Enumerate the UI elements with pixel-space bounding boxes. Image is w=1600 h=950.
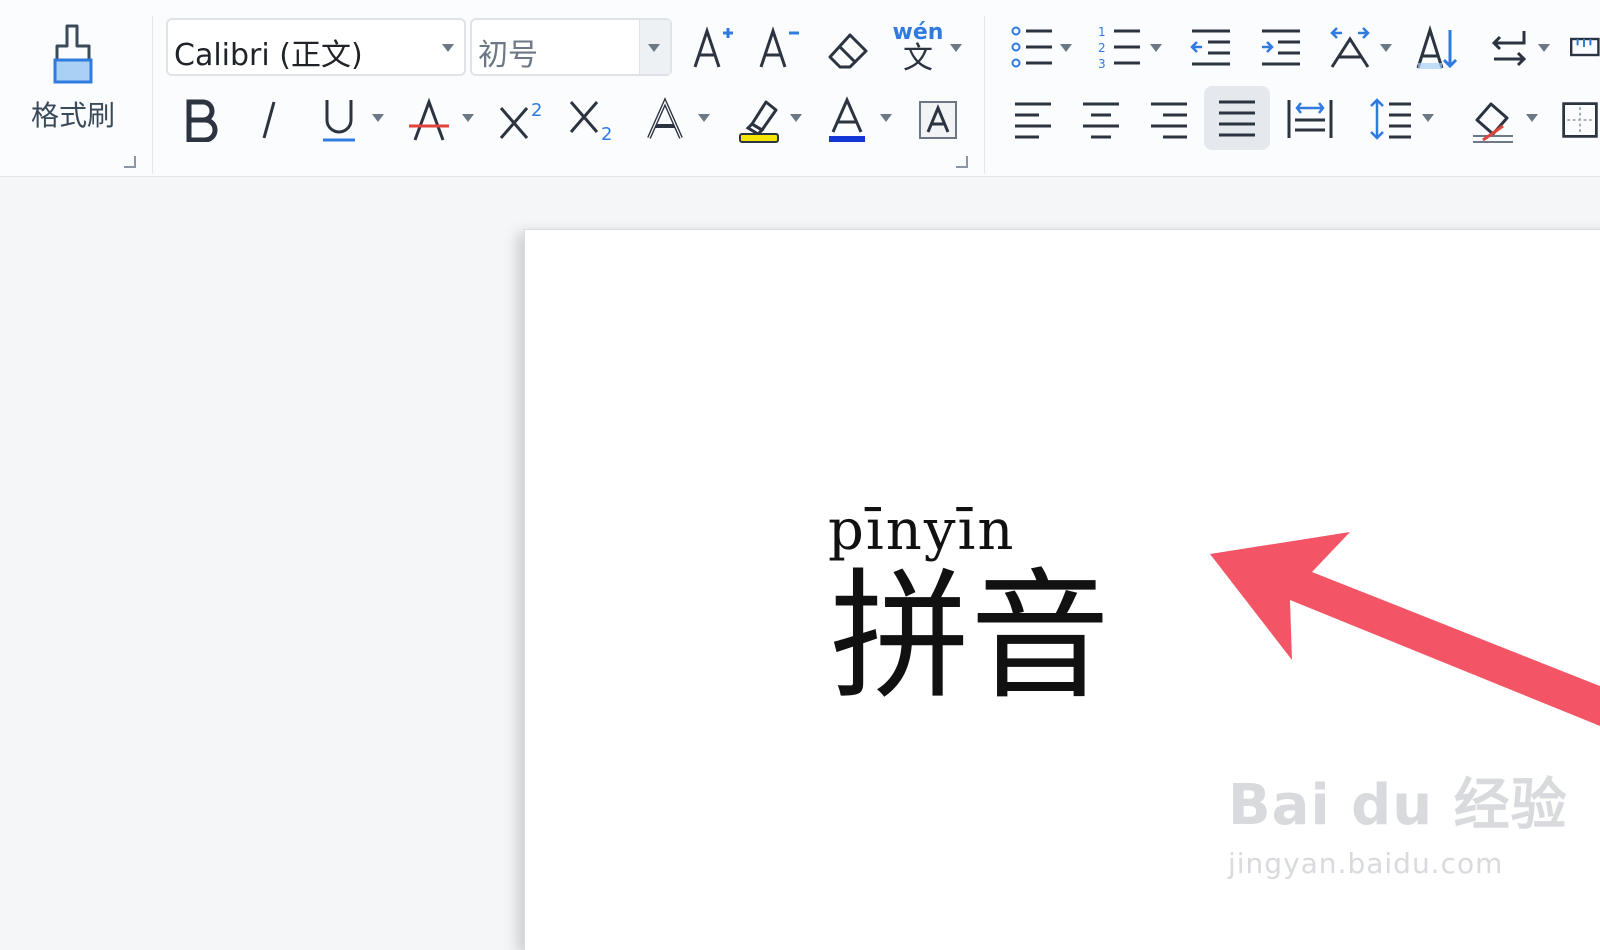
text-effects-icon <box>647 97 683 139</box>
bullets-dropdown[interactable] <box>1060 44 1072 52</box>
line-spacing-icon <box>1370 98 1411 140</box>
strikethrough-dropdown[interactable] <box>462 114 474 122</box>
ruler-icon <box>1570 37 1600 57</box>
align-right-button[interactable] <box>1144 94 1194 146</box>
line-break-dropdown[interactable] <box>1538 44 1550 52</box>
font-color-button[interactable] <box>822 92 872 148</box>
strikethrough-button[interactable] <box>404 92 454 148</box>
line-spacing-dropdown[interactable] <box>1422 114 1434 122</box>
numbering-button[interactable]: 1 2 3 <box>1096 22 1146 72</box>
justify-button[interactable] <box>1204 86 1270 150</box>
increase-indent-button[interactable] <box>1256 22 1306 72</box>
character-border-icon <box>919 101 957 139</box>
bold-button[interactable] <box>176 92 226 148</box>
align-justify-icon <box>1219 100 1255 137</box>
shading-dropdown[interactable] <box>1526 114 1538 122</box>
subscript-icon: 2 <box>569 101 612 144</box>
watermark-brand: Bai du 经验 <box>1228 773 1568 838</box>
line-break-button[interactable] <box>1484 22 1534 72</box>
text-direction-button[interactable] <box>1324 20 1376 74</box>
borders-icon <box>1562 102 1598 138</box>
font-size-combo[interactable]: 初号 <box>470 18 672 76</box>
numbered-list-icon: 1 2 3 <box>1098 25 1140 69</box>
pinyin-guide-text[interactable]: pīnyīn <box>828 498 1015 563</box>
decrease-indent-icon <box>1190 29 1230 66</box>
strikethrough-icon <box>409 97 449 141</box>
character-border-button[interactable] <box>914 96 962 144</box>
highlight-button[interactable] <box>734 92 784 148</box>
eraser-icon <box>828 33 868 69</box>
text-direction-icon <box>1330 27 1370 68</box>
chevron-down-icon <box>648 44 660 52</box>
align-left-button[interactable] <box>1008 94 1058 146</box>
svg-text:3: 3 <box>1098 57 1106 69</box>
text-effects-button[interactable] <box>640 92 690 148</box>
font-name-combo[interactable]: Calibri (正文) <box>166 18 466 76</box>
shrink-font-icon <box>759 26 799 68</box>
font-color-icon <box>829 96 865 142</box>
align-left-icon <box>1015 102 1051 139</box>
sort-icon <box>1416 25 1458 69</box>
ribbon-toolbar: 格式刷 Calibri (正文) 初号 wén 文 2 2 1 2 3 <box>0 0 1600 177</box>
phonetic-guide-char: 文 <box>903 41 933 76</box>
red-arrow-annotation <box>1210 532 1600 726</box>
text-effects-dropdown[interactable] <box>698 114 710 122</box>
format-painter-label: 格式刷 <box>30 99 115 132</box>
align-center-icon <box>1083 102 1119 139</box>
bullets-button[interactable] <box>1008 22 1058 72</box>
distributed-align-button[interactable] <box>1282 92 1338 146</box>
font-size-value: 初号 <box>478 38 538 73</box>
svg-text:1: 1 <box>1098 25 1106 39</box>
chevron-down-icon <box>442 44 454 52</box>
align-right-icon <box>1151 102 1187 139</box>
text-direction-dropdown[interactable] <box>1380 44 1392 52</box>
bold-icon <box>186 99 218 142</box>
subscript-mark: 2 <box>601 124 612 144</box>
watermark-url: jingyan.baidu.com <box>1228 847 1504 880</box>
grow-font-button[interactable] <box>688 22 738 72</box>
subscript-button[interactable]: 2 <box>564 92 620 148</box>
superscript-mark: 2 <box>531 100 542 121</box>
document-hanzi-text[interactable]: 拼音 <box>830 568 1110 708</box>
italic-button[interactable] <box>246 92 292 148</box>
phonetic-guide-button[interactable]: wén 文 <box>892 20 944 76</box>
clipboard-group-expander[interactable] <box>124 156 136 168</box>
highlight-dropdown[interactable] <box>790 114 802 122</box>
shading-button[interactable] <box>1466 92 1520 148</box>
italic-icon <box>262 101 276 139</box>
paintbrush-icon <box>53 24 93 84</box>
baidu-watermark: Bai du 经验 jingyan.baidu.com <box>1228 760 1568 880</box>
font-group-expander[interactable] <box>956 156 968 168</box>
shrink-font-button[interactable] <box>754 22 804 72</box>
increase-indent-icon <box>1262 29 1300 66</box>
underline-dropdown[interactable] <box>372 114 384 122</box>
underline-button[interactable] <box>316 92 362 148</box>
font-color-dropdown[interactable] <box>880 114 892 122</box>
superscript-button[interactable]: 2 <box>494 92 550 148</box>
bullet-list-icon <box>1011 26 1052 68</box>
decrease-indent-button[interactable] <box>1186 22 1236 72</box>
ruler-button[interactable] <box>1568 24 1600 70</box>
svg-text:2: 2 <box>1098 41 1106 55</box>
font-name-value: Calibri (正文) <box>174 38 363 73</box>
numbering-dropdown[interactable] <box>1150 44 1162 52</box>
format-painter-button[interactable]: 格式刷 <box>18 20 128 150</box>
superscript-icon: 2 <box>499 100 542 139</box>
clear-formatting-button[interactable] <box>822 24 874 74</box>
align-center-button[interactable] <box>1076 94 1126 146</box>
sort-button[interactable] <box>1412 22 1462 74</box>
grow-font-icon <box>693 26 733 68</box>
borders-button[interactable] <box>1560 96 1600 144</box>
phonetic-guide-dropdown[interactable] <box>950 44 962 52</box>
paint-bucket-icon <box>1473 102 1513 143</box>
enter-key-icon <box>1491 31 1527 67</box>
line-spacing-button[interactable] <box>1364 92 1418 146</box>
underline-icon <box>323 100 355 142</box>
distributed-align-icon <box>1287 100 1333 138</box>
highlighter-icon <box>739 100 779 143</box>
